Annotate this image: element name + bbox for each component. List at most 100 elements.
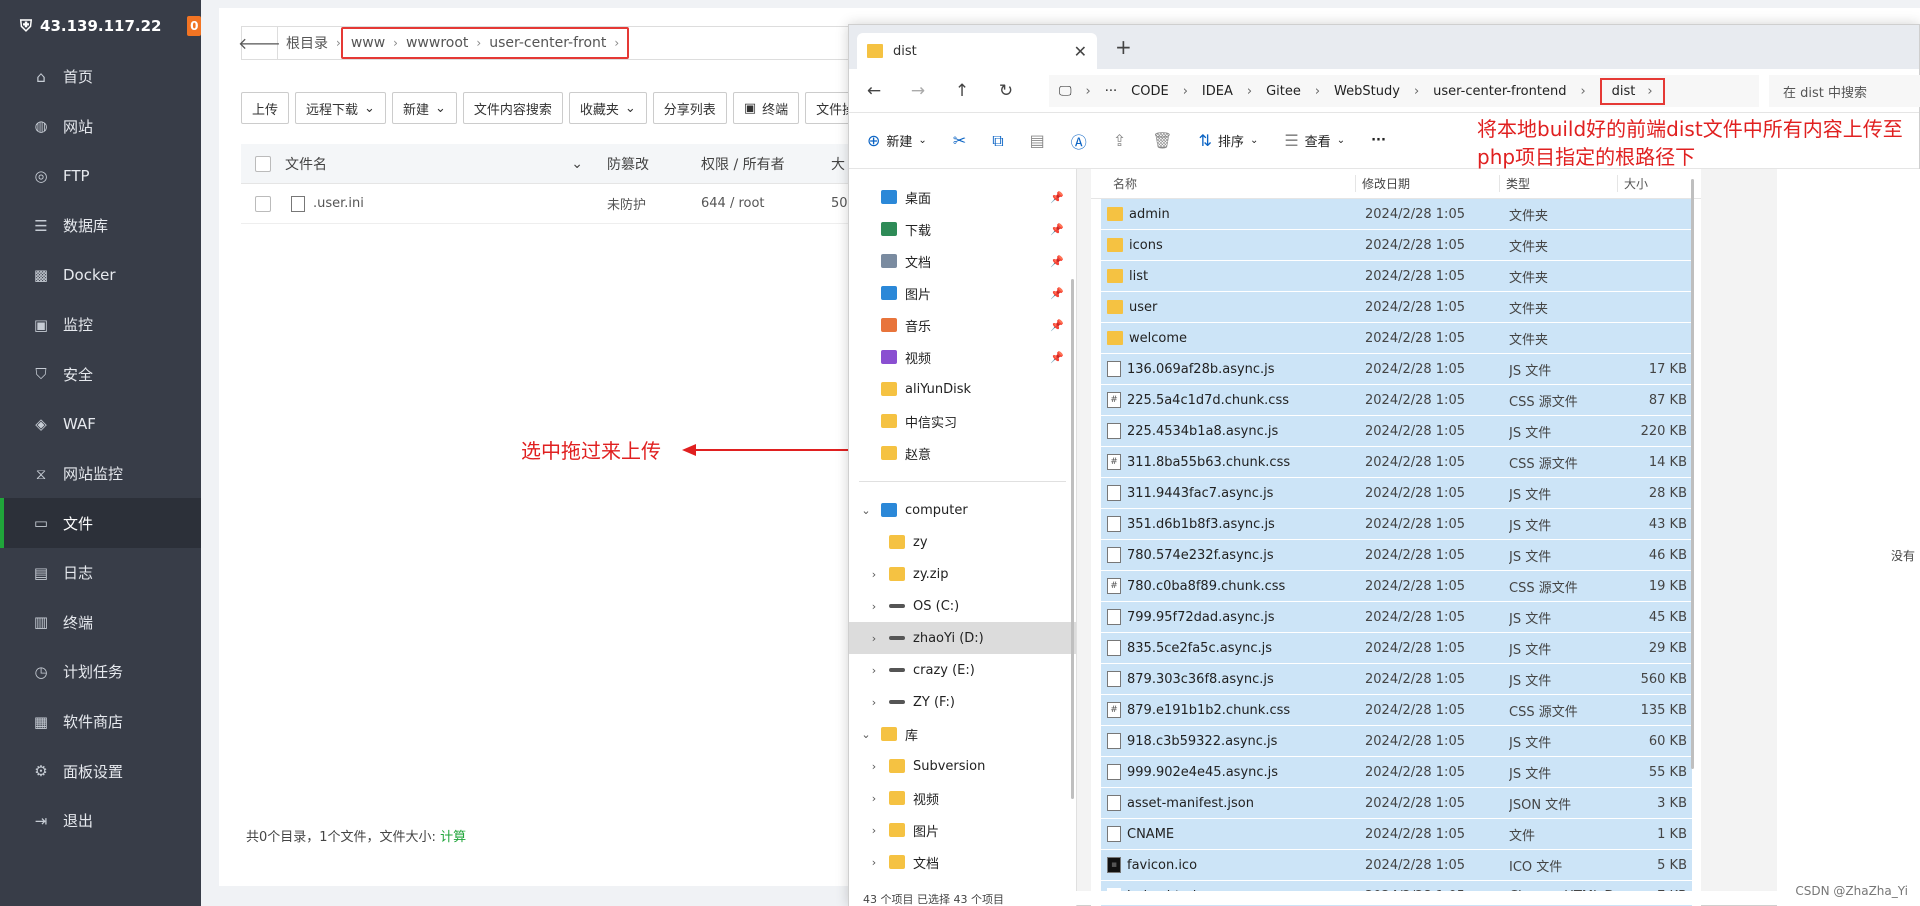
address-segment[interactable]: WebStudy xyxy=(1334,84,1400,99)
chevron-right-icon[interactable]: › xyxy=(867,600,881,613)
chevron-right-icon[interactable]: › xyxy=(867,632,881,645)
forward-arrow-icon[interactable]: → xyxy=(907,81,929,101)
chevron-right-icon[interactable]: › xyxy=(867,664,881,677)
new-button[interactable]: 新建 ⌄ xyxy=(391,92,457,124)
list-item[interactable]: 835.5ce2fa5c.async.js 2024/2/28 1:05 JS 文件… xyxy=(1101,633,1692,664)
chevron-right-icon[interactable]: › xyxy=(867,792,881,805)
pin-icon[interactable]: 📌 xyxy=(1050,223,1064,236)
breadcrumb-www[interactable]: www xyxy=(343,35,393,51)
pin-icon[interactable]: 📌 xyxy=(1050,351,1064,364)
nav-item[interactable]: 图片 📌 xyxy=(849,277,1076,309)
permission-owner[interactable]: 644 / root xyxy=(689,196,819,211)
list-item[interactable]: admin 2024/2/28 1:05 文件夹 xyxy=(1101,199,1692,230)
list-item[interactable]: 225.4534b1a8.async.js 2024/2/28 1:05 JS 文件… xyxy=(1101,416,1692,447)
chevron-down-icon[interactable]: ⌄ xyxy=(859,504,873,517)
up-arrow-icon[interactable]: ↑ xyxy=(951,81,973,101)
chevron-right-icon[interactable]: › xyxy=(867,696,881,709)
tree-item[interactable]: › ZY (F:) xyxy=(849,686,1076,718)
view-button[interactable]: ☰ 查看 ⌄ xyxy=(1284,131,1345,150)
address-segment[interactable]: IDEA xyxy=(1202,84,1233,99)
favorites-button[interactable]: 收藏夹 ⌄ xyxy=(568,92,647,124)
tree-item[interactable]: › Subversion xyxy=(849,750,1076,782)
chevron-right-icon[interactable]: › xyxy=(867,568,881,581)
sort-button[interactable]: ⇅ 排序 ⌄ xyxy=(1199,131,1259,150)
remote-download-button[interactable]: 远程下载 ⌄ xyxy=(295,92,386,124)
tree-item[interactable]: › zy.zip xyxy=(849,558,1076,590)
list-item[interactable]: welcome 2024/2/28 1:05 文件夹 xyxy=(1101,323,1692,354)
sidebar-item[interactable]: ▤ 日志 xyxy=(0,548,201,598)
list-item[interactable]: 879.303c36f8.async.js 2024/2/28 1:05 JS 文件… xyxy=(1101,664,1692,695)
sidebar-item[interactable]: ▭ 文件 xyxy=(0,498,201,548)
sidebar-item[interactable]: ◍ 网站 xyxy=(0,102,201,152)
nav-item[interactable]: aliYunDisk xyxy=(849,373,1076,405)
chevron-right-icon[interactable]: › xyxy=(867,824,881,837)
nav-scrollbar[interactable] xyxy=(1071,279,1074,799)
nav-item[interactable]: 桌面 📌 xyxy=(849,181,1076,213)
new-item-button[interactable]: ⊕ 新建 ⌄ xyxy=(867,131,927,150)
sidebar-item[interactable]: ◎ FTP xyxy=(0,151,201,201)
calc-link[interactable]: 计算 xyxy=(440,830,466,845)
chevron-down-icon[interactable]: ⌄ xyxy=(859,728,873,741)
tree-item[interactable]: › OS (C:) xyxy=(849,590,1076,622)
sidebar-item[interactable]: ⚙ 面板设置 xyxy=(0,746,201,796)
list-item[interactable]: user 2024/2/28 1:05 文件夹 xyxy=(1101,292,1692,323)
share-list-button[interactable]: 分享列表 xyxy=(652,92,727,124)
tree-item[interactable]: zy xyxy=(849,526,1076,558)
sidebar-item[interactable]: ⧖ 网站监控 xyxy=(0,449,201,499)
col-date[interactable]: 修改日期 xyxy=(1355,175,1499,192)
sidebar-item[interactable]: ▥ 终端 xyxy=(0,598,201,648)
row-checkbox[interactable] xyxy=(255,195,271,212)
breadcrumb-root[interactable]: 根目录 xyxy=(278,33,336,53)
file-name[interactable]: .user.ini xyxy=(313,196,364,211)
list-scrollbar[interactable] xyxy=(1691,179,1694,769)
nav-item[interactable]: 下载 📌 xyxy=(849,213,1076,245)
tab-dist[interactable]: dist ✕ xyxy=(857,33,1097,69)
tree-item[interactable]: › 图片 xyxy=(849,814,1076,846)
address-segment[interactable]: user-center-frontend xyxy=(1433,84,1566,99)
list-item[interactable]: #780.c0ba8f89.chunk.css 2024/2/28 1:05 CSS… xyxy=(1101,571,1692,602)
nav-item[interactable]: 赵意 xyxy=(849,437,1076,469)
back-arrow-icon[interactable]: 🡐 xyxy=(238,27,281,59)
list-item[interactable]: 311.9443fac7.async.js 2024/2/28 1:05 JS 文件… xyxy=(1101,478,1692,509)
back-arrow-icon[interactable]: ← xyxy=(863,81,885,101)
pin-icon[interactable]: 📌 xyxy=(1050,191,1064,204)
address-current[interactable]: dist xyxy=(1612,84,1636,99)
breadcrumb-user-center-front[interactable]: user-center-front xyxy=(481,35,614,51)
delete-icon[interactable]: 🗑 xyxy=(1152,131,1172,150)
address-segment[interactable]: CODE xyxy=(1131,84,1169,99)
tree-item[interactable]: › 文档 xyxy=(849,846,1076,878)
sidebar-item[interactable]: ◷ 计划任务 xyxy=(0,647,201,697)
nav-item[interactable]: 视频 📌 xyxy=(849,341,1076,373)
list-item[interactable]: asset-manifest.json 2024/2/28 1:05 JSON 文件… xyxy=(1101,788,1692,819)
sidebar-item[interactable]: ⛉ 安全 xyxy=(0,350,201,400)
list-item[interactable]: #311.8ba55b63.chunk.css 2024/2/28 1:05 CSS… xyxy=(1101,447,1692,478)
chevron-right-icon[interactable]: › xyxy=(867,760,881,773)
upload-button[interactable]: 上传 xyxy=(241,92,290,124)
rename-icon[interactable]: Ⓐ xyxy=(1071,129,1087,153)
list-item[interactable]: 136.069af28b.async.js 2024/2/28 1:05 JS 文件… xyxy=(1101,354,1692,385)
content-search-button[interactable]: 文件内容搜索 xyxy=(462,92,563,124)
list-item[interactable]: icons 2024/2/28 1:05 文件夹 xyxy=(1101,230,1692,261)
breadcrumb-wwwroot[interactable]: wwwroot xyxy=(398,35,476,51)
tree-item[interactable]: ⌄ computer xyxy=(849,494,1076,526)
sidebar-item[interactable]: ◈ WAF xyxy=(0,399,201,449)
tree-item[interactable]: › zhaoYi (D:) xyxy=(849,622,1076,654)
terminal-button[interactable]: ▣ 终端 xyxy=(732,92,800,124)
list-item[interactable]: #225.5a4c1d7d.chunk.css 2024/2/28 1:05 CSS… xyxy=(1101,385,1692,416)
col-type[interactable]: 类型 xyxy=(1499,175,1617,192)
list-item[interactable]: #879.e191b1b2.chunk.css 2024/2/28 1:05 CSS… xyxy=(1101,695,1692,726)
cut-icon[interactable]: ✂ xyxy=(953,131,966,150)
paste-icon[interactable]: ▤ xyxy=(1030,131,1045,150)
list-item[interactable]: ▪ favicon.ico 2024/2/28 1:05 ICO 文件 5 KB xyxy=(1101,850,1692,881)
search-input[interactable]: 在 dist 中搜索 xyxy=(1769,75,1920,107)
sidebar-item[interactable]: ☰ 数据库 xyxy=(0,201,201,251)
tree-item[interactable]: ⌄ 库 xyxy=(849,718,1076,750)
refresh-icon[interactable]: ↻ xyxy=(995,81,1017,101)
new-tab-icon[interactable]: + xyxy=(1115,35,1132,59)
col-name[interactable]: 名称 xyxy=(1091,175,1355,192)
select-all-checkbox[interactable] xyxy=(255,155,271,172)
address-bar[interactable]: 🖵 › ··· CODE › IDEA › Gitee › WebStudy › user-ce… xyxy=(1049,75,1759,107)
sidebar-item[interactable]: ▦ 软件商店 xyxy=(0,697,201,747)
chevron-right-icon[interactable]: › xyxy=(867,856,881,869)
list-item[interactable]: 918.c3b59322.async.js 2024/2/28 1:05 JS 文件… xyxy=(1101,726,1692,757)
